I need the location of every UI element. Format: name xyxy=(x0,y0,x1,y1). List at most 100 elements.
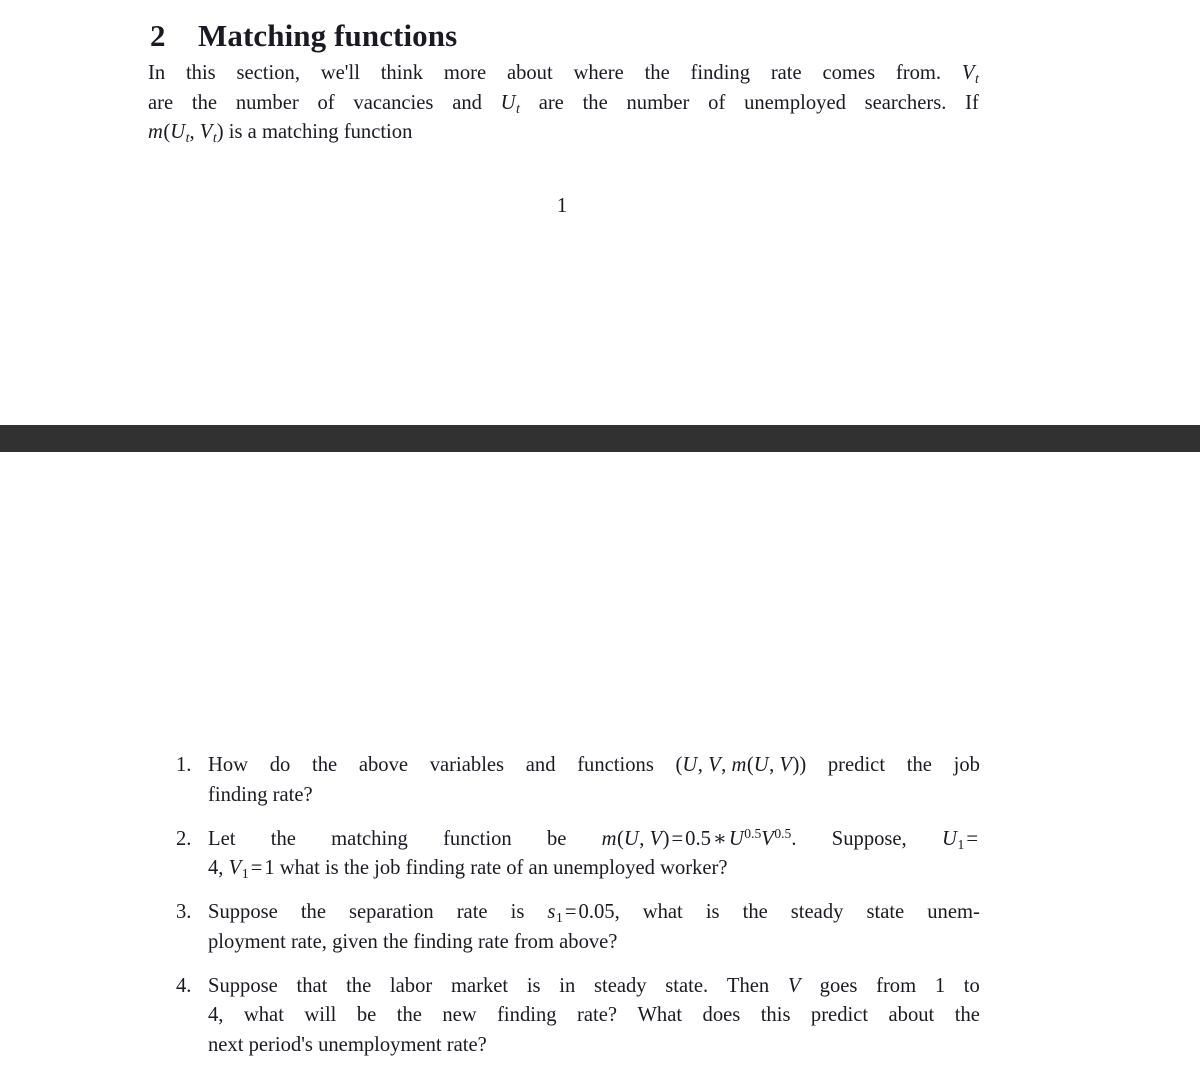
word: rate? xyxy=(577,1004,618,1026)
word: searchers. xyxy=(864,91,947,114)
word: do xyxy=(269,754,291,776)
question-list: 1. How do the above variables and functi… xyxy=(176,751,980,1060)
line: ployment rate, given the finding rate fr… xyxy=(208,928,980,958)
math-matching-function: m(Ut, Vt) xyxy=(148,121,224,146)
word: If xyxy=(965,91,979,114)
word: job xyxy=(953,754,980,776)
word: the xyxy=(270,827,296,850)
list-item-number: 3. xyxy=(176,901,192,923)
line: Suppose that the labor market is in stea… xyxy=(208,972,980,1002)
word: the xyxy=(742,901,768,923)
word: where xyxy=(573,62,624,84)
line: How do the above variables and functions… xyxy=(208,751,980,781)
line: Let the matching function be m(U, V)=0.5… xyxy=(208,825,980,855)
word: separation xyxy=(349,901,434,923)
math-separation-rate: s1=0.05, xyxy=(547,901,620,926)
word: to xyxy=(963,974,980,997)
word: How xyxy=(208,754,249,776)
section-heading: 2 Matching functions xyxy=(150,17,980,56)
document-top-fragment: 2 Matching functions In this section, we'… xyxy=(0,0,1200,425)
word: What xyxy=(637,1004,683,1026)
word: 1 xyxy=(934,974,946,997)
word: steady xyxy=(593,974,647,997)
word: what xyxy=(642,901,683,923)
word: that xyxy=(296,974,328,997)
word: functions xyxy=(577,754,654,776)
word: finding xyxy=(497,1004,557,1026)
word: rate xyxy=(770,62,802,84)
word: the xyxy=(396,1004,422,1026)
word: Then xyxy=(726,974,770,997)
word: function xyxy=(443,827,512,850)
word: be xyxy=(356,1004,377,1026)
blank-gap xyxy=(0,452,1200,751)
word: Suppose xyxy=(208,901,278,923)
math-matching-function-def: m(U, V)=0.5∗U0.5V0.5. xyxy=(601,825,797,850)
line: Suppose the separation rate is s1=0.05, … xyxy=(208,898,980,928)
word: vacancies xyxy=(353,91,434,114)
list-item: 2. Let the matching function be m(U, V)=… xyxy=(176,825,980,884)
word: the xyxy=(644,62,670,84)
word: unem- xyxy=(927,901,980,923)
word: of xyxy=(317,91,335,114)
word: we'll xyxy=(320,62,360,84)
word: the xyxy=(300,901,326,923)
word: are xyxy=(148,91,174,114)
word: does xyxy=(702,1004,741,1026)
word: steady xyxy=(790,901,844,923)
document-bottom-fragment: 1. How do the above variables and functi… xyxy=(0,751,1200,1090)
text: is a matching function xyxy=(223,121,413,143)
word: unemployed xyxy=(744,91,846,114)
intro-paragraph: In this section, we'll think more about … xyxy=(148,59,979,148)
word: the xyxy=(582,91,608,114)
word: In xyxy=(148,62,166,84)
word: what xyxy=(243,1004,284,1026)
word: more xyxy=(443,62,487,84)
word: from xyxy=(876,974,917,997)
word: the xyxy=(906,754,932,776)
word: comes xyxy=(822,62,876,84)
word: predict xyxy=(810,1004,869,1026)
word: state. xyxy=(665,974,709,997)
word: this xyxy=(760,1004,791,1026)
word: labor xyxy=(389,974,433,997)
word: the xyxy=(954,1004,980,1026)
math-variable-U-t: Ut xyxy=(500,91,520,117)
word: market xyxy=(450,974,509,997)
word: from. xyxy=(895,62,942,84)
line: 4, what will be the new finding rate? Wh… xyxy=(208,1001,980,1031)
word: the xyxy=(346,974,372,997)
line: finding rate? xyxy=(208,781,980,811)
text: finding rate? xyxy=(208,783,313,806)
math-variable-V-t: Vt xyxy=(961,62,979,87)
math-tuple-U-V-m: (U, V, m(U, V)) xyxy=(675,754,807,776)
word: is xyxy=(705,901,720,923)
word: Suppose, xyxy=(831,827,907,850)
list-item-number: 1. xyxy=(176,754,192,776)
word: goes xyxy=(819,974,858,997)
text: what is the job finding rate of an unemp… xyxy=(274,857,728,879)
list-item-body: Suppose the separation rate is s1=0.05, … xyxy=(208,898,980,957)
word: section, xyxy=(236,62,300,84)
text: ployment rate, given the finding rate fr… xyxy=(208,930,618,953)
word: think xyxy=(380,62,424,84)
word: of xyxy=(708,91,726,114)
word: variables xyxy=(429,754,505,776)
word: this xyxy=(185,62,216,84)
list-item-body: How do the above variables and functions… xyxy=(208,751,980,810)
document-page: 2 Matching functions In this section, we'… xyxy=(0,0,1200,1090)
line: 4, V1=1 what is the job finding rate of … xyxy=(208,854,980,884)
page-number: 1 xyxy=(556,195,568,217)
word: the xyxy=(191,91,218,114)
section-title: Matching functions xyxy=(198,17,458,53)
word: rate xyxy=(456,901,488,923)
word: finding xyxy=(690,62,751,84)
word: are xyxy=(538,91,564,114)
word: matching xyxy=(331,827,408,850)
separator-band xyxy=(0,425,1200,452)
word: new xyxy=(442,1004,477,1026)
intro-line-1: In this section, we'll think more about … xyxy=(148,59,979,89)
list-item-number: 2. xyxy=(176,827,192,850)
word: be xyxy=(546,827,567,850)
line: next period's unemployment rate? xyxy=(208,1031,980,1061)
